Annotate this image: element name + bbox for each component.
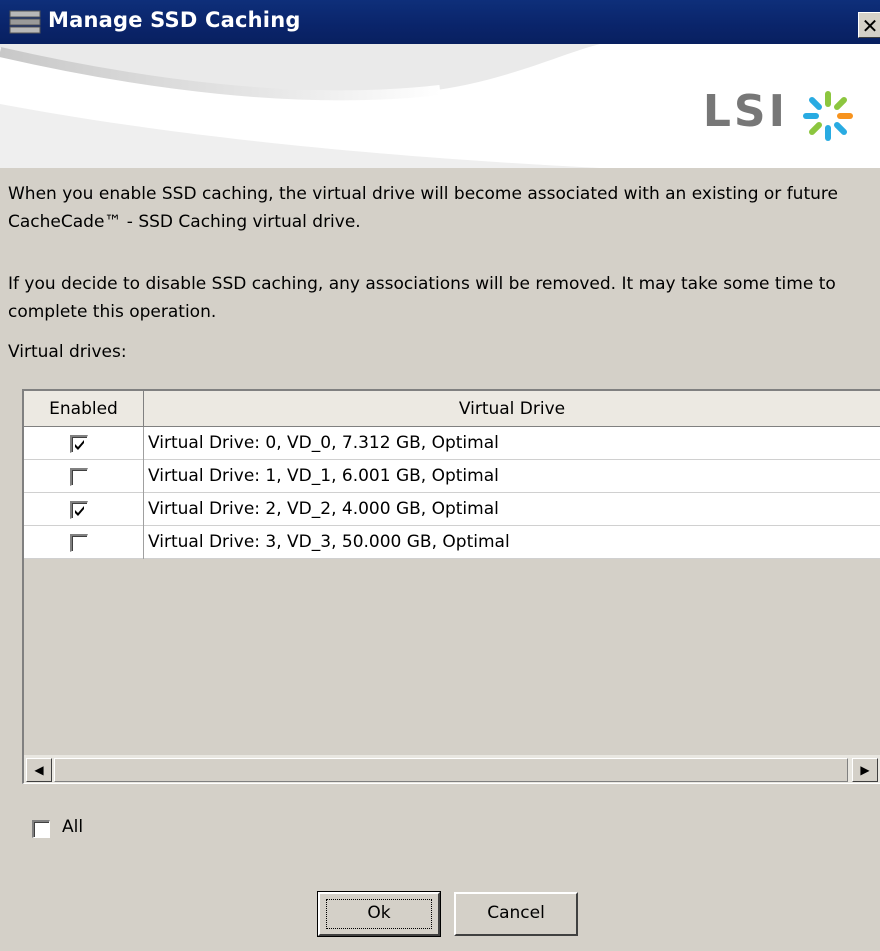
close-icon: ✕	[861, 14, 879, 38]
header-banner: LSI	[0, 44, 880, 168]
cancel-button[interactable]: Cancel	[454, 892, 578, 936]
disable-description: If you decide to disable SSD caching, an…	[8, 274, 836, 322]
enabled-cell	[24, 460, 144, 493]
table-header: Enabled Virtual Drive	[24, 391, 880, 427]
enabled-cell	[24, 493, 144, 526]
arrow-right-icon: ▶	[860, 763, 870, 777]
virtual-drive-cell: Virtual Drive: 1, VD_1, 6.001 GB, Optima…	[148, 466, 499, 486]
column-header-enabled[interactable]: Enabled	[24, 391, 144, 427]
virtual-drive-cell: Virtual Drive: 0, VD_0, 7.312 GB, Optima…	[148, 433, 499, 453]
table-row[interactable]: Virtual Drive: 3, VD_3, 50.000 GB, Optim…	[24, 526, 880, 559]
logo-text: LSI	[702, 86, 788, 137]
enabled-cell	[24, 526, 144, 559]
all-checkbox-label[interactable]: All	[62, 817, 83, 837]
window-title: Manage SSD Caching	[48, 8, 301, 32]
focus-rectangle	[326, 899, 432, 929]
virtual-drive-cell: Virtual Drive: 3, VD_3, 50.000 GB, Optim…	[148, 532, 510, 552]
cancel-button-label: Cancel	[487, 903, 545, 923]
row-enabled-checkbox[interactable]	[70, 468, 88, 486]
virtual-drive-cell: Virtual Drive: 2, VD_2, 4.000 GB, Optima…	[148, 499, 499, 519]
scroll-thumb[interactable]	[54, 758, 848, 782]
table-row[interactable]: Virtual Drive: 2, VD_2, 4.000 GB, Optima…	[24, 493, 880, 526]
title-bar: Manage SSD Caching ✕	[0, 0, 880, 44]
virtual-drives-label: Virtual drives:	[8, 342, 127, 362]
table-row[interactable]: Virtual Drive: 0, VD_0, 7.312 GB, Optima…	[24, 427, 880, 460]
row-enabled-checkbox[interactable]	[70, 534, 88, 552]
virtual-drives-table: Enabled Virtual Drive Virtual Drive: 0, …	[22, 389, 880, 784]
scroll-right-button[interactable]: ▶	[852, 758, 878, 782]
enable-description: When you enable SSD caching, the virtual…	[8, 184, 838, 232]
scroll-left-button[interactable]: ◀	[26, 758, 52, 782]
ok-button[interactable]: Ok	[317, 891, 441, 937]
table-row[interactable]: Virtual Drive: 1, VD_1, 6.001 GB, Optima…	[24, 460, 880, 493]
row-enabled-checkbox[interactable]	[70, 435, 88, 453]
all-checkbox[interactable]	[32, 820, 50, 838]
arrow-left-icon: ◀	[34, 763, 44, 777]
lsi-logo: LSI	[658, 86, 858, 146]
enabled-cell	[24, 427, 144, 460]
horizontal-scrollbar[interactable]: ◀ ▶	[24, 755, 880, 783]
checkmark-icon	[75, 506, 84, 516]
app-icon	[9, 10, 41, 34]
close-button[interactable]: ✕	[858, 12, 880, 38]
checkmark-icon	[75, 440, 84, 450]
lsi-starburst-icon	[803, 91, 853, 141]
column-header-virtual-drive[interactable]: Virtual Drive	[144, 391, 880, 427]
row-enabled-checkbox[interactable]	[70, 501, 88, 519]
